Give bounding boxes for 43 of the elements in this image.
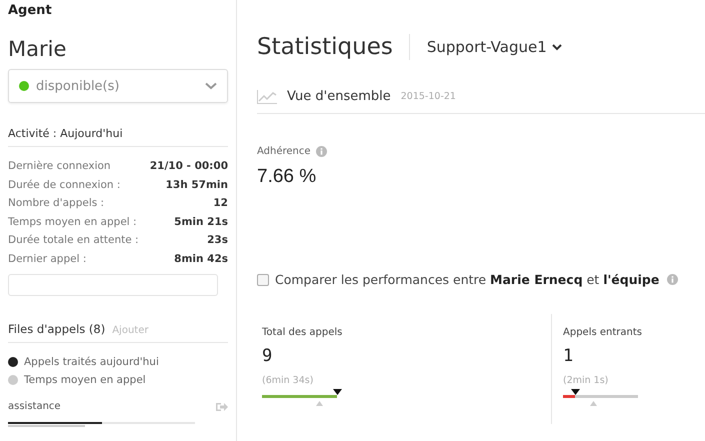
group-dropdown[interactable]: Support-Vague1 <box>426 38 562 56</box>
stat-label: Temps moyen en appel : <box>8 214 137 230</box>
stat-value: 13h 57min <box>166 178 228 192</box>
stat-value: 8min 42s <box>174 252 228 266</box>
section-title: Vue d'ensemble <box>287 89 391 104</box>
metric-value: 7.66 % <box>257 166 318 188</box>
stat-label: Durée totale en attente : <box>8 233 139 248</box>
stat-label: Durée de connexion : <box>8 178 120 192</box>
header-title: Agent <box>8 2 53 20</box>
queue-name: assistance <box>8 401 61 412</box>
input-field[interactable] <box>8 274 218 296</box>
page-title: Statistiques <box>257 34 393 60</box>
stat-value: 23s <box>207 233 228 248</box>
stat-label: Dernier appel : <box>8 252 86 266</box>
compare-label: Comparer les performances entre Marie Ernecq et l'équipe <box>275 272 660 287</box>
stat-label: Dernière connexion <box>8 159 111 174</box>
info-icon <box>316 146 327 157</box>
card-title: Total des appels <box>262 327 344 338</box>
stat-value: 5min 21s <box>174 214 228 230</box>
section-title: Activité : Aujourd'hui <box>8 127 228 147</box>
chevron-down-icon <box>205 82 217 90</box>
add-link[interactable]: Ajouter <box>112 325 148 336</box>
card-duration: (2min 1s) <box>563 375 610 386</box>
legend-label: Appels traités aujourd'hui <box>24 355 159 370</box>
legend-label: Temps moyen en appel <box>24 373 146 388</box>
info-icon <box>667 274 678 285</box>
metric-label: Adhérence <box>257 146 311 157</box>
line-chart-icon <box>257 90 277 104</box>
status-label: disponible(s) <box>36 78 120 94</box>
chevron-down-icon <box>552 44 562 50</box>
overview-date: 2015-10-21 <box>400 91 456 102</box>
agent-name: Marie <box>8 36 68 63</box>
card-value: 9 <box>262 346 274 366</box>
stat-value: 12 <box>213 196 228 211</box>
card-title: Appels entrants <box>563 327 643 338</box>
card-value: 1 <box>563 346 574 366</box>
checkbox[interactable] <box>257 274 269 286</box>
stat-value: 21/10 - 00:00 <box>150 159 228 174</box>
section-title: Files d'appels (8) <box>8 322 106 336</box>
card-duration: (6min 34s) <box>262 375 314 386</box>
exit-icon <box>216 402 228 412</box>
status-dropdown[interactable]: disponible(s) <box>8 69 228 103</box>
stat-label: Nombre d'appels : <box>8 196 104 211</box>
